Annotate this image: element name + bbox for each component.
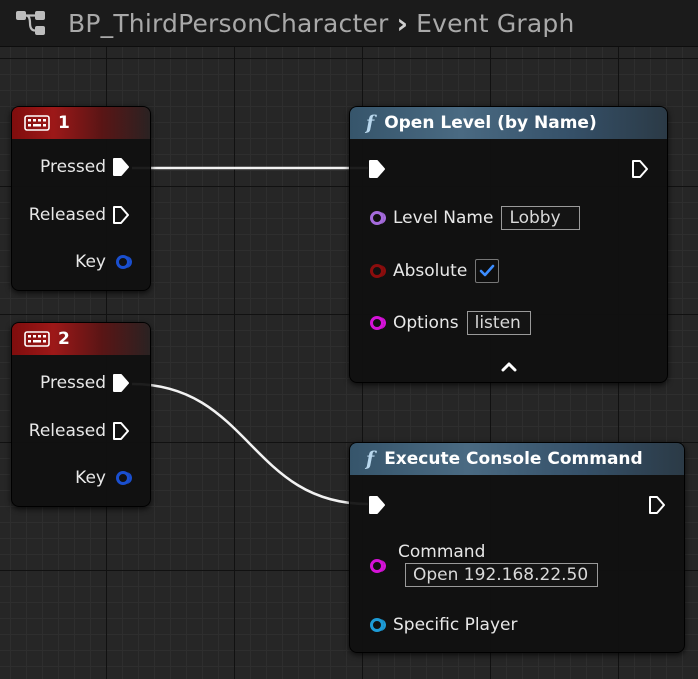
open-level-title: Open Level (by Name) <box>384 113 597 133</box>
exec-out-pin-icon[interactable] <box>631 159 649 179</box>
string-pin-icon[interactable] <box>370 559 384 573</box>
execute-console-command-header[interactable]: f Execute Console Command <box>350 443 684 475</box>
keyboard-icon <box>24 115 50 131</box>
object-pin-icon[interactable] <box>370 618 384 632</box>
function-icon: f <box>366 112 375 134</box>
released-pin-row[interactable]: Released <box>29 421 130 441</box>
key-1-label: 1 <box>58 113 70 133</box>
options-pin-row[interactable]: Options listen <box>370 311 531 335</box>
exec-pin-icon[interactable] <box>112 373 130 393</box>
absolute-label: Absolute <box>393 261 468 281</box>
key-1-event-node[interactable]: 1 Pressed Released Key <box>11 106 151 291</box>
specific-player-pin-row[interactable]: Specific Player <box>370 615 517 635</box>
key-pin-row[interactable]: Key <box>75 252 130 272</box>
options-input[interactable]: listen <box>466 311 531 335</box>
struct-pin-icon[interactable] <box>116 471 130 485</box>
key-2-event-header[interactable]: 2 <box>12 323 150 355</box>
exec-in-pin-icon[interactable] <box>368 495 386 515</box>
execute-console-command-title: Execute Console Command <box>384 449 643 469</box>
exec-in-pin-icon[interactable] <box>368 159 386 179</box>
key-label: Key <box>75 252 106 272</box>
specific-player-label: Specific Player <box>393 615 518 635</box>
exec-out-pin-icon[interactable] <box>648 495 666 515</box>
options-label: Options <box>393 313 459 333</box>
pressed-label: Pressed <box>40 157 106 177</box>
execute-console-command-node[interactable]: f Execute Console Command Command Open 1… <box>349 442 685 653</box>
exec-pin-icon[interactable] <box>112 205 130 225</box>
string-pin-icon[interactable] <box>370 316 384 330</box>
checkmark-icon <box>480 264 495 277</box>
pressed-label: Pressed <box>40 373 106 393</box>
open-level-node[interactable]: f Open Level (by Name) Level Name Lobby … <box>349 106 668 383</box>
key-1-event-header[interactable]: 1 <box>12 107 150 139</box>
released-pin-row[interactable]: Released <box>29 205 130 225</box>
key-pin-row[interactable]: Key <box>75 468 130 488</box>
released-label: Released <box>28 421 106 441</box>
wire-key2-to-console-command <box>131 382 369 506</box>
exec-pin-icon[interactable] <box>112 421 130 441</box>
exec-pin-icon[interactable] <box>112 157 130 177</box>
absolute-checkbox[interactable] <box>475 259 500 283</box>
key-label: Key <box>75 468 106 488</box>
level-name-pin-row[interactable]: Level Name Lobby <box>370 206 581 230</box>
level-name-input[interactable]: Lobby <box>501 206 581 230</box>
struct-pin-icon[interactable] <box>116 255 130 269</box>
keyboard-icon <box>24 331 50 347</box>
name-pin-icon[interactable] <box>370 211 384 225</box>
level-name-label: Level Name <box>393 208 494 228</box>
bool-pin-icon[interactable] <box>370 264 384 278</box>
released-label: Released <box>28 205 106 225</box>
chevron-up-icon[interactable] <box>500 360 518 374</box>
pressed-pin-row[interactable]: Pressed <box>40 373 130 393</box>
open-level-header[interactable]: f Open Level (by Name) <box>350 107 667 139</box>
key-2-event-node[interactable]: 2 Pressed Released Key <box>11 322 151 507</box>
command-label: Command <box>398 542 486 562</box>
command-input[interactable]: Open 192.168.22.50 <box>405 563 598 587</box>
absolute-pin-row[interactable]: Absolute <box>370 259 500 283</box>
pressed-pin-row[interactable]: Pressed <box>40 157 130 177</box>
function-icon: f <box>366 448 375 470</box>
key-2-label: 2 <box>58 329 70 349</box>
